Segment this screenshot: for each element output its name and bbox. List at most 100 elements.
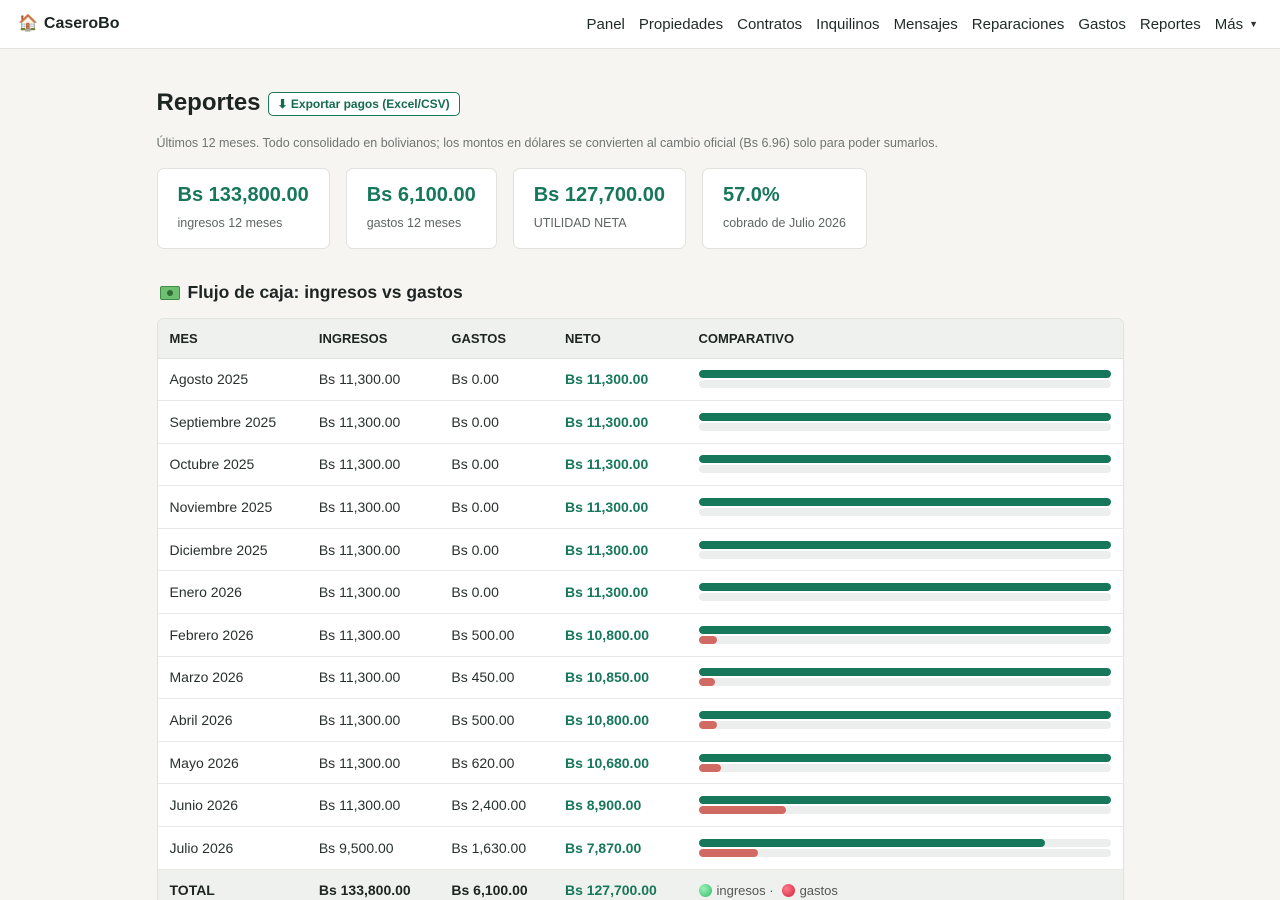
- brand-name: CaseroBo: [43, 15, 120, 32]
- table-row: Mayo 2026 Bs 11,300.00 Bs 620.00 Bs 10,680.…: [157, 741, 1123, 785]
- row-mes: Junio 2026: [157, 783, 307, 828]
- ingresos-bar: [698, 753, 1111, 762]
- nav-item-propiedades[interactable]: Propiedades: [632, 16, 730, 33]
- gastos-bar: [698, 848, 758, 857]
- nav-item-panel[interactable]: Panel: [580, 16, 632, 33]
- table-row: Febrero 2026 Bs 11,300.00 Bs 500.00 Bs 10,8…: [157, 613, 1123, 657]
- kpi-label: UTILIDAD NETA: [533, 216, 627, 230]
- nav-item-reparaciones[interactable]: Reparaciones: [965, 16, 1072, 33]
- money-icon: [159, 285, 180, 300]
- kpi-value: Bs 6,100.00: [366, 184, 476, 206]
- legend-ingresos-label: ingresos ·: [716, 882, 774, 898]
- gastos-bar-track: [698, 635, 1111, 644]
- legend-gastos-label: gastos: [799, 882, 838, 898]
- ingresos-bar-track: [698, 796, 1111, 805]
- header-mes: MES: [157, 319, 307, 359]
- export-payments-button[interactable]: ⬇ Exportar pagos (Excel/CSV): [267, 92, 460, 116]
- ingresos-bar-track: [698, 668, 1111, 677]
- row-ingresos: Bs 11,300.00: [306, 443, 440, 487]
- nav-item-contratos[interactable]: Contratos: [730, 16, 809, 33]
- gastos-bar-track: [698, 593, 1111, 602]
- row-ingresos: Bs 11,300.00: [306, 741, 440, 785]
- top-navbar: 🏠 CaseroBo Panel Propiedades Contratos I…: [0, 0, 1280, 49]
- gastos-bar: [698, 806, 786, 815]
- gastos-bar-track: [698, 678, 1111, 687]
- table-header-row: MES INGRESOS GASTOS NETO COMPARATIVO: [157, 319, 1123, 359]
- row-gastos: Bs 1,630.00: [439, 826, 553, 870]
- ingresos-bar-track: [698, 498, 1111, 507]
- nav-item-reportes[interactable]: Reportes: [1133, 16, 1208, 33]
- row-comparativo: [686, 698, 1123, 742]
- kpi-value: Bs 127,700.00: [533, 184, 665, 206]
- page-title: Reportes: [156, 89, 261, 116]
- total-label: TOTAL: [157, 869, 307, 900]
- row-gastos: Bs 0.00: [439, 570, 553, 615]
- row-neto: Bs 11,300.00: [552, 528, 687, 572]
- row-gastos: Bs 0.00: [439, 400, 553, 444]
- row-comparativo: [686, 783, 1123, 828]
- row-ingresos: Bs 11,300.00: [306, 656, 440, 700]
- table-row: Marzo 2026 Bs 11,300.00 Bs 450.00 Bs 10,850…: [157, 656, 1123, 700]
- ingresos-bar-track: [698, 455, 1111, 464]
- ingresos-bar-track: [698, 370, 1111, 379]
- comparison-bars: [698, 455, 1111, 474]
- gastos-bar: [698, 721, 717, 730]
- ingresos-bar: [698, 711, 1111, 720]
- ingresos-bar-track: [698, 753, 1111, 762]
- row-gastos: Bs 0.00: [439, 358, 553, 402]
- row-ingresos: Bs 11,300.00: [306, 613, 440, 657]
- row-neto: Bs 10,680.00: [552, 741, 687, 785]
- gastos-bar-track: [698, 848, 1111, 857]
- nav-item-inquilinos[interactable]: Inquilinos: [809, 16, 886, 33]
- row-gastos: Bs 450.00: [439, 656, 553, 700]
- ingresos-bar: [698, 838, 1045, 847]
- kpi-label: cobrado de Julio 2026: [722, 216, 846, 230]
- comparison-bars: [698, 370, 1111, 389]
- row-comparativo: [686, 443, 1123, 487]
- legend-ingresos-dot-icon: [698, 883, 712, 897]
- page-subtitle: Últimos 12 meses. Todo consolidado en bo…: [156, 136, 938, 150]
- ingresos-bar: [698, 412, 1111, 421]
- caret-down-icon: ▼: [1249, 19, 1258, 29]
- kpi-card-gastos: Bs 6,100.00 gastos 12 meses: [345, 168, 497, 249]
- ingresos-bar: [698, 668, 1111, 677]
- nav-more-dropdown[interactable]: Más ▼: [1208, 16, 1262, 33]
- total-gastos: Bs 6,100.00: [439, 869, 553, 900]
- nav-item-mensajes[interactable]: Mensajes: [887, 16, 965, 33]
- row-gastos: Bs 0.00: [439, 528, 553, 572]
- row-neto: Bs 11,300.00: [552, 443, 687, 487]
- row-gastos: Bs 620.00: [439, 741, 553, 785]
- ingresos-bar-track: [698, 625, 1111, 634]
- gastos-bar-track: [698, 763, 1111, 772]
- kpi-label: ingresos 12 meses: [177, 216, 283, 230]
- gastos-bar-track: [698, 721, 1111, 730]
- brand-logo[interactable]: 🏠 CaseroBo: [18, 15, 120, 33]
- comparison-bars: [698, 498, 1111, 517]
- total-row: TOTAL Bs 133,800.00 Bs 6,100.00 Bs 127,7…: [157, 869, 1123, 900]
- row-ingresos: Bs 11,300.00: [306, 698, 440, 742]
- comparison-bars: [698, 838, 1111, 857]
- kpi-card-utilidad: Bs 127,700.00 UTILIDAD NETA: [512, 168, 686, 249]
- row-mes: Mayo 2026: [157, 741, 307, 785]
- kpi-value: 57.0%: [722, 184, 780, 206]
- row-comparativo: [686, 656, 1123, 700]
- kpi-label: gastos 12 meses: [366, 216, 462, 230]
- comparison-bars: [698, 412, 1111, 431]
- gastos-bar: [698, 763, 722, 772]
- row-neto: Bs 11,300.00: [552, 570, 687, 615]
- cashflow-table-container: MES INGRESOS GASTOS NETO COMPARATIVO Ago…: [156, 318, 1124, 900]
- house-icon: 🏠: [18, 15, 38, 32]
- header-gastos: GASTOS: [439, 319, 553, 359]
- main-nav: Panel Propiedades Contratos Inquilinos M…: [580, 16, 1262, 33]
- row-gastos: Bs 2,400.00: [439, 783, 553, 828]
- cashflow-section-title: Flujo de caja: ingresos vs gastos: [157, 282, 1124, 303]
- comparison-bars: [698, 796, 1111, 815]
- row-neto: Bs 11,300.00: [552, 358, 687, 402]
- ingresos-bar-track: [698, 583, 1111, 592]
- ingresos-bar: [698, 625, 1111, 634]
- header-comparativo: COMPARATIVO: [686, 319, 1123, 359]
- table-row: Agosto 2025 Bs 11,300.00 Bs 0.00 Bs 11,300.…: [157, 358, 1123, 402]
- nav-item-gastos[interactable]: Gastos: [1071, 16, 1133, 33]
- table-row: Octubre 2025 Bs 11,300.00 Bs 0.00 Bs 11,300…: [157, 443, 1123, 487]
- row-mes: Abril 2026: [157, 698, 307, 742]
